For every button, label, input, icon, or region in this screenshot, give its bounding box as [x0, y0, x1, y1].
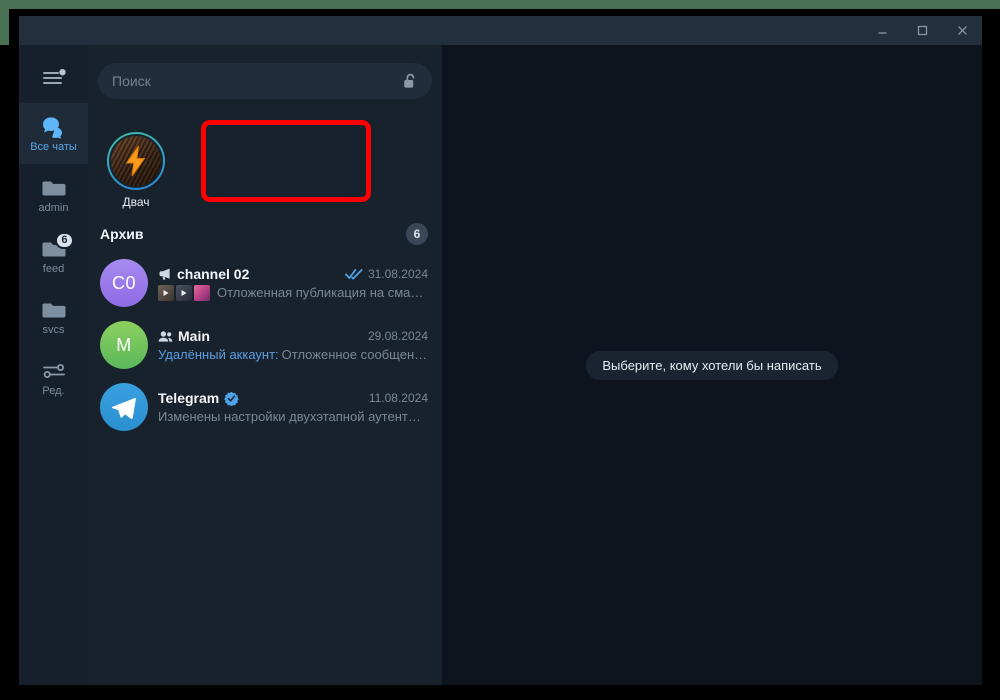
- folder-icon: [41, 176, 67, 200]
- preview-thumbnails: [158, 284, 210, 301]
- verified-badge-icon: [224, 391, 240, 406]
- maximize-button[interactable]: [902, 16, 942, 45]
- play-icon: [181, 289, 187, 296]
- sidebar-item-admin[interactable]: admin: [19, 164, 88, 225]
- hamburger-menu-icon: [42, 69, 66, 84]
- play-icon: [163, 289, 169, 296]
- megaphone-icon: [158, 267, 172, 281]
- lightning-bolt-icon: [125, 145, 146, 176]
- avatar: [100, 383, 148, 431]
- avatar: M: [100, 321, 148, 369]
- story-name: Двач: [122, 194, 150, 209]
- unlocked-padlock-icon[interactable]: [403, 73, 418, 90]
- photo-thumbnail: [194, 284, 210, 301]
- chat-row-body: Main 29.08.2024 Удалённый аккаунт: Отлож…: [158, 328, 428, 362]
- conversation-pane: Выберите, кому хотели бы написать: [442, 45, 982, 685]
- search-input[interactable]: Поиск: [98, 63, 432, 99]
- chat-rows: C0 channel 02 31.08.2024 Отложенная публ…: [88, 252, 442, 438]
- chats-bubbles-icon: [41, 115, 67, 139]
- avatar-initials: M: [116, 334, 132, 355]
- empty-state-message: Выберите, кому хотели бы написать: [586, 350, 838, 380]
- chat-row-preview: Изменены настройки двухэтапной аутент…: [158, 409, 428, 424]
- main-menu-button[interactable]: [19, 53, 88, 103]
- table-row[interactable]: C0 channel 02 31.08.2024 Отложенная публ…: [88, 252, 442, 314]
- sidebar-item-label: feed: [42, 262, 65, 275]
- chat-date: 31.08.2024: [367, 266, 428, 281]
- avatar: [109, 133, 163, 188]
- unread-badge: 6: [55, 231, 74, 249]
- sidebar-item-label: Все чаты: [30, 140, 77, 153]
- telegram-window: Все чаты admin 6 feed svcs Ред. Поиск Дв…: [19, 16, 982, 685]
- sidebar-item-all-chats[interactable]: Все чаты: [19, 103, 88, 164]
- story-unread-ring: [107, 131, 165, 190]
- archive-unread-badge: 6: [406, 223, 428, 245]
- chat-preview-sender: Удалённый аккаунт:: [158, 347, 279, 362]
- image-edge-left: [0, 0, 9, 45]
- chat-row-preview: Удалённый аккаунт: Отложенное сообщен…: [158, 347, 428, 362]
- chat-title: channel 02: [177, 265, 250, 282]
- sidebar-item-label: Ред.: [42, 384, 65, 397]
- sidebar-item-svcs[interactable]: svcs: [19, 286, 88, 347]
- stories-strip: Двач: [88, 125, 442, 215]
- close-button[interactable]: [942, 16, 982, 45]
- archive-label: Архив: [100, 226, 144, 242]
- sidebar-item-edit-folders[interactable]: Ред.: [19, 347, 88, 408]
- folder-icon: [41, 298, 67, 322]
- image-edge-top: [0, 0, 1000, 9]
- chat-row-preview: Отложенная публикация на смар…: [158, 284, 428, 301]
- double-check-icon: [345, 268, 363, 280]
- chat-title: Telegram: [158, 390, 220, 406]
- search-placeholder: Поиск: [112, 73, 151, 89]
- telegram-logo-icon: [111, 397, 136, 419]
- sidebar-item-feed[interactable]: 6 feed: [19, 225, 88, 286]
- story-item-dvach[interactable]: Двач: [96, 131, 176, 209]
- minimize-button[interactable]: [862, 16, 902, 45]
- folders-sidebar: Все чаты admin 6 feed svcs Ред.: [19, 45, 88, 685]
- folder-icon: 6: [41, 231, 74, 261]
- table-row[interactable]: Telegram 11.08.2024 Изменены настройки д…: [88, 376, 442, 438]
- chat-row-header: Main 29.08.2024: [158, 328, 428, 344]
- chat-list-pane: Поиск Двач Архив 6 C0 channel 02 31.08.2…: [88, 45, 442, 685]
- title-bar[interactable]: [19, 16, 982, 45]
- chat-row-body: Telegram 11.08.2024 Изменены настройки д…: [158, 390, 428, 424]
- chat-row-body: channel 02 31.08.2024 Отложенная публика…: [158, 266, 428, 301]
- chat-preview-text: Отложенная публикация на смар…: [217, 285, 428, 300]
- avatar-initials: C0: [111, 272, 136, 293]
- chat-preview-text: Отложенное сообщен…: [281, 347, 428, 362]
- video-thumbnail: [158, 284, 174, 301]
- avatar: C0: [100, 259, 148, 307]
- chat-row-header: channel 02 31.08.2024: [158, 266, 428, 282]
- sidebar-item-label: admin: [38, 201, 69, 214]
- sidebar-item-label: svcs: [42, 323, 65, 336]
- chat-date: 11.08.2024: [368, 391, 428, 405]
- table-row[interactable]: M Main 29.08.2024 Удалённый аккаунт: Отл…: [88, 314, 442, 376]
- chat-row-header: Telegram 11.08.2024: [158, 390, 428, 406]
- archived-chats-row[interactable]: Архив 6: [88, 217, 442, 251]
- chat-title: Main: [178, 328, 210, 344]
- sliders-edit-icon: [41, 359, 67, 383]
- group-people-icon: [158, 330, 173, 343]
- chat-date: 29.08.2024: [367, 329, 428, 343]
- chat-preview-text: Изменены настройки двухэтапной аутент…: [158, 409, 421, 424]
- screenshot-root: Все чаты admin 6 feed svcs Ред. Поиск Дв…: [0, 0, 1000, 700]
- video-thumbnail: [176, 284, 192, 301]
